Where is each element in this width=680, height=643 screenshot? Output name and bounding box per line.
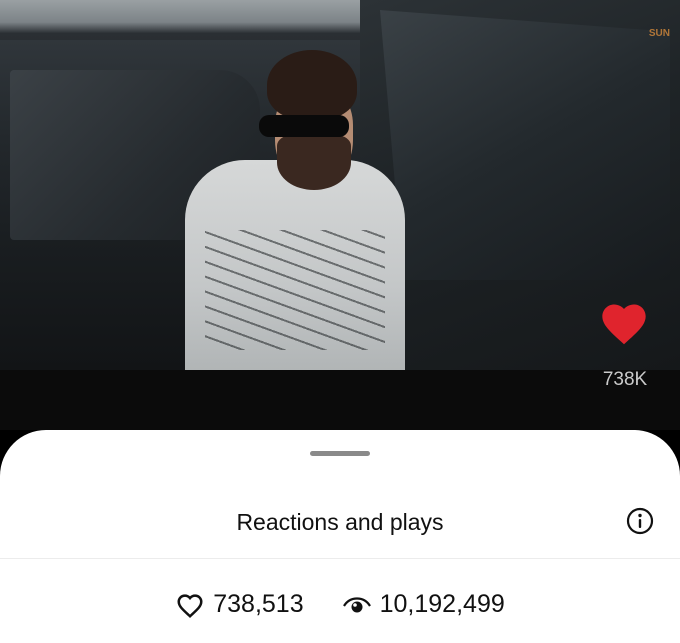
info-button[interactable]	[626, 507, 654, 535]
plays-stat: 10,192,499	[342, 590, 505, 619]
eye-icon	[342, 596, 371, 612]
like-button[interactable]	[598, 298, 650, 350]
plays-count: 10,192,499	[379, 590, 505, 618]
hoodie-pattern	[205, 230, 385, 350]
divider	[0, 558, 680, 559]
likes-stat: 738,513	[175, 590, 304, 619]
heart-icon	[602, 304, 646, 345]
sunglasses	[259, 115, 349, 137]
heart-outline-icon	[177, 593, 203, 618]
video-player[interactable]: SUN 738K	[0, 0, 680, 430]
sheet-title: Reactions and plays	[236, 509, 444, 535]
info-icon	[626, 507, 654, 535]
channel-watermark: SUN	[648, 28, 670, 39]
video-frame: SUN	[0, 0, 680, 370]
likes-count: 738,513	[213, 590, 304, 618]
beard	[277, 135, 351, 190]
hair	[267, 50, 357, 120]
reactions-sheet: Reactions and plays 738,513 10,192,499	[0, 430, 680, 643]
sheet-drag-handle[interactable]	[310, 451, 370, 456]
car-door-glass	[380, 10, 670, 280]
person-figure	[185, 40, 405, 370]
stats-row: 738,513 10,192,499	[0, 590, 680, 619]
like-count: 738K	[602, 369, 648, 390]
